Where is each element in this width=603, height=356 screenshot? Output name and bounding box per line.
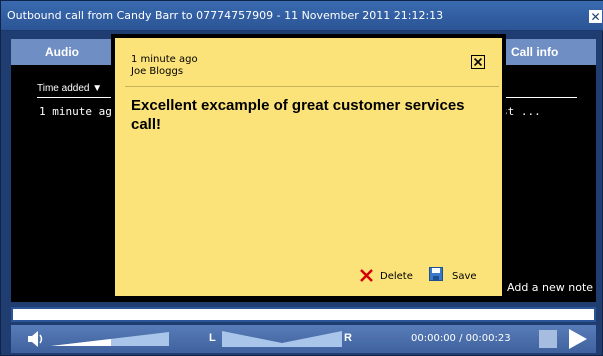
balance-slider[interactable] (222, 331, 342, 347)
stop-button[interactable] (539, 330, 557, 348)
balance-left-label: L (209, 332, 216, 344)
column-divider (37, 97, 121, 98)
close-icon[interactable] (471, 55, 485, 69)
delete-button[interactable]: Delete (380, 271, 413, 282)
tab-call-info[interactable]: Call info (511, 39, 558, 65)
balance-right-label: R (344, 332, 352, 344)
save-button[interactable]: Save (452, 271, 477, 282)
column-divider-right (501, 97, 577, 98)
speaker-icon[interactable] (27, 330, 47, 348)
note-author: Joe Bloggs (131, 66, 184, 77)
note-row-time[interactable]: 1 minute ag (39, 105, 112, 118)
tab-audio[interactable]: Audio (45, 39, 79, 65)
player-controls: L R 00:00:00 / 00:00:23 (11, 325, 596, 353)
delete-icon[interactable] (360, 269, 373, 282)
volume-slider[interactable] (51, 332, 169, 346)
title-bar: Outbound call from Candy Barr to 0777475… (1, 1, 603, 31)
play-icon[interactable] (566, 328, 588, 350)
window-close-button[interactable]: ✕ (589, 10, 602, 23)
note-divider (125, 86, 499, 87)
note-time: 1 minute ago (131, 54, 198, 65)
window-title: Outbound call from Candy Barr to 0777475… (7, 9, 444, 22)
time-added-column-header[interactable]: Time added ▼ (37, 83, 102, 94)
time-display: 00:00:00 / 00:00:23 (411, 333, 511, 344)
note-popup: 1 minute ago Joe Bloggs Excellent excamp… (111, 34, 506, 300)
call-window: Outbound call from Candy Barr to 0777475… (0, 0, 603, 356)
add-note-button[interactable]: Add a new note (507, 281, 593, 294)
note-row-preview[interactable]: st ... (501, 105, 541, 118)
note-body-text[interactable]: Excellent excample of great customer ser… (131, 96, 481, 134)
save-icon[interactable] (429, 267, 443, 281)
playback-progress-bar[interactable] (11, 307, 596, 322)
